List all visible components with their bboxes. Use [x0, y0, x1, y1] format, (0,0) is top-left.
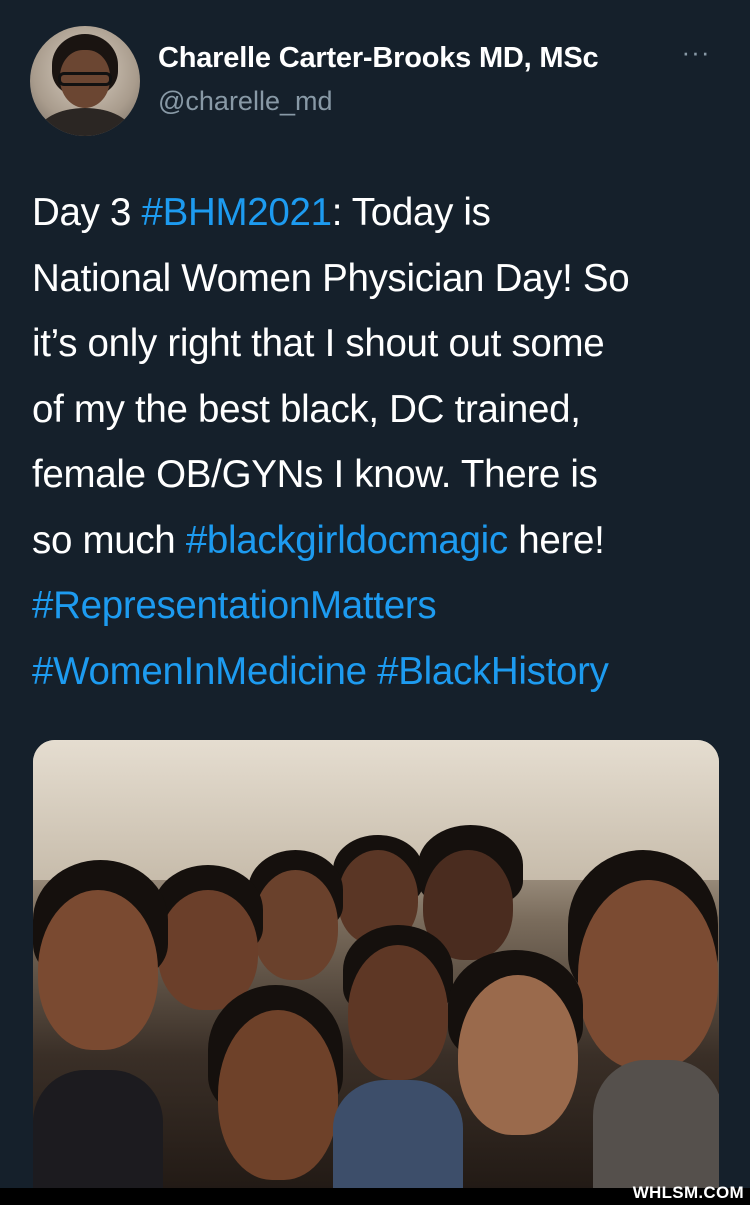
hashtag-link[interactable]: #WomenInMedicine — [32, 650, 367, 693]
tweet-text-segment: : Today is — [331, 191, 491, 234]
tweet-line: #WomenInMedicine #BlackHistory — [32, 639, 722, 705]
photo-clothing — [333, 1080, 463, 1190]
tweet-text-segment: it’s only right that I shout out some — [32, 322, 605, 365]
tweet-text-segment: here! — [507, 518, 605, 562]
tweet-line: Day 3 #BHM2021: Today is — [32, 180, 722, 246]
avatar-glasses — [58, 72, 112, 86]
author-name[interactable]: Charelle Carter-Brooks MD, MSc — [158, 42, 599, 75]
tweet-text-segment: Day 3 — [32, 191, 142, 234]
tweet-line: National Women Physician Day! So — [32, 246, 722, 312]
hashtag-link[interactable]: #RepresentationMatters — [32, 584, 437, 627]
photo-person — [38, 890, 158, 1050]
photo-person — [458, 975, 578, 1135]
tweet-line: female OB/GYNs I know. There is — [32, 442, 722, 508]
author-handle[interactable]: @charelle_md — [158, 86, 333, 117]
tweet-line: it’s only right that I shout out some — [32, 311, 722, 377]
hashtag-link[interactable]: #blackgirldocmagic — [186, 519, 508, 562]
avatar-body — [38, 108, 132, 136]
tweet-text-segment: of my the best black, DC trained, — [32, 387, 581, 431]
photo-clothing — [593, 1060, 719, 1190]
author-avatar[interactable] — [30, 26, 140, 136]
photo-person — [578, 880, 718, 1070]
hashtag-link[interactable]: #BHM2021 — [141, 191, 332, 234]
photo-person — [218, 1010, 338, 1180]
photo-clothing — [33, 1070, 163, 1190]
more-options-icon[interactable]: ··· — [676, 38, 716, 66]
photo-person — [253, 870, 338, 980]
photo-person — [348, 945, 448, 1080]
watermark: WHLSM.COM — [632, 1183, 744, 1202]
tweet-text: Day 3 #BHM2021: Today is National Women P… — [32, 180, 722, 704]
tweet-line: #RepresentationMatters — [32, 573, 722, 639]
tweet-header: Charelle Carter-Brooks MD, MSc @charelle… — [30, 26, 720, 136]
tweet-text-segment: female OB/GYNs I know. There is — [32, 453, 598, 496]
tweet-line: so much #blackgirldocmagic here! — [32, 508, 722, 574]
tweet-text-segment: so much — [32, 518, 186, 562]
tweet-photo[interactable] — [33, 740, 719, 1190]
tweet-text-segment — [367, 650, 377, 693]
hashtag-link[interactable]: #BlackHistory — [377, 650, 609, 693]
tweet-line: of my the best black, DC trained, — [32, 377, 722, 443]
tweet-text-segment: National Women Physician Day! So — [32, 256, 630, 300]
